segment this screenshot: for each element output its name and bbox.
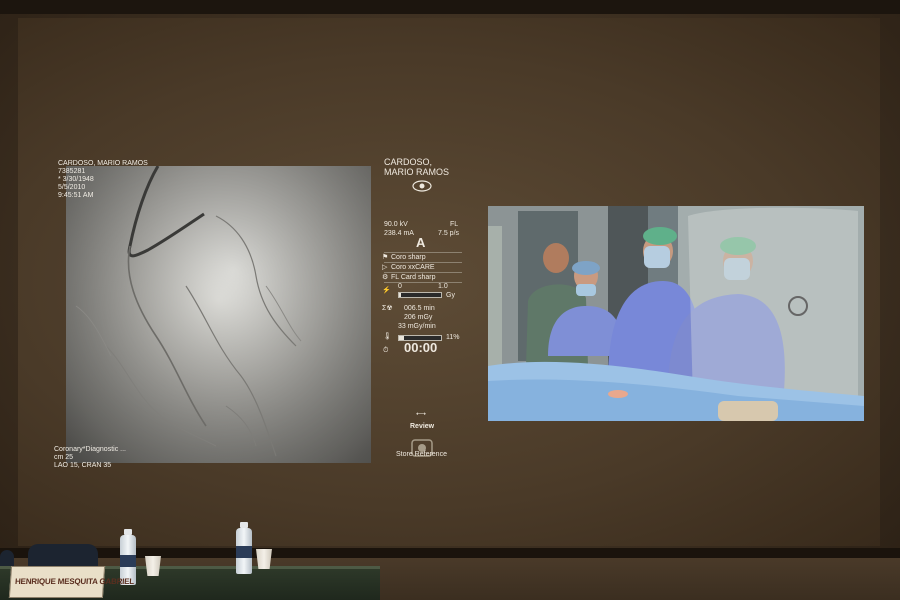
divider — [384, 282, 462, 283]
tube-current: 238.4 mA — [384, 230, 414, 237]
overlay-angulation: LAO 15, CRAN 35 — [54, 462, 112, 469]
overlay-exam-date: 5/5/2010 — [58, 184, 86, 191]
review-arrows-icon: ⟷ — [416, 411, 427, 418]
tube-load-percent: 11% — [446, 334, 460, 341]
protocol-coro-sharp[interactable]: Coro sharp — [391, 254, 426, 262]
overlay-field-size: cm 25 — [54, 454, 74, 461]
overlay-patient-name: CARDOSO, MARIO RAMOS — [58, 160, 148, 167]
divider — [384, 262, 462, 263]
overlay-patient-id: 7385281 — [58, 168, 86, 175]
cumulative-dose: 206 mGy — [404, 314, 433, 321]
dose-bar — [398, 292, 442, 298]
pulse-rate: 7.5 p/s — [438, 230, 460, 237]
play-icon: ▷ — [382, 264, 388, 271]
fluoro-time: 006.5 min — [404, 305, 435, 312]
video-scene — [488, 206, 864, 421]
panel-patient-given-name: MARIO RAMOS — [384, 167, 450, 177]
divider — [384, 252, 462, 253]
divider — [384, 272, 462, 273]
dose-bar-fill — [399, 293, 402, 297]
protocol-coro-xxcare[interactable]: Coro xxCARE — [391, 264, 435, 272]
dose-scale-min: 0 — [398, 283, 402, 290]
cath-lab-video — [488, 206, 864, 421]
vessel-drawing — [66, 166, 371, 463]
nameplate: HENRIQUE MESQUITA GABRIEL — [8, 566, 134, 598]
protocol-fl-card-sharp[interactable]: FL Card sharp — [391, 274, 435, 282]
settings-icon: ⚙ — [382, 274, 389, 281]
dose-icon: ⚡ — [382, 287, 391, 294]
eye-icon[interactable] — [412, 180, 432, 192]
ceiling — [0, 0, 900, 14]
sum-icon: Σ☢ — [382, 305, 393, 312]
plastic-cup — [256, 549, 272, 569]
flag-icon: ⚑ — [382, 254, 389, 261]
plastic-cup — [145, 556, 161, 576]
tube-load-bar-fill — [399, 336, 404, 340]
nameplate-text: HENRIQUE MESQUITA GABRIEL — [14, 577, 135, 586]
overlay-exam-time: 9:45:51 AM — [58, 192, 94, 199]
dose-rate: 33 mGy/min — [398, 323, 436, 330]
review-button[interactable]: Review — [410, 423, 434, 431]
fluoro-mode-label: FL — [450, 221, 459, 228]
dose-scale-max: 1.0 — [438, 283, 448, 290]
timer: 00:00 — [404, 340, 438, 355]
plane-indicator: A — [416, 235, 426, 250]
overlay-birth-date: * 3/30/1948 — [58, 176, 94, 183]
thermometer-icon: 🌡 — [383, 333, 392, 340]
water-bottle — [236, 522, 252, 574]
stopwatch-icon: ⏱ — [383, 347, 389, 354]
tube-voltage: 90.0 kV — [384, 221, 408, 228]
dose-unit: Gy — [446, 292, 455, 299]
overlay-protocol: Coronary*Diagnostic ... — [54, 446, 126, 453]
acquisition-panel: CARDOSO, MARIO RAMOS 90.0 kV FL 238.4 mA… — [380, 155, 475, 475]
angiogram-image — [66, 166, 371, 463]
store-reference-button[interactable]: Store Reference — [396, 451, 447, 459]
